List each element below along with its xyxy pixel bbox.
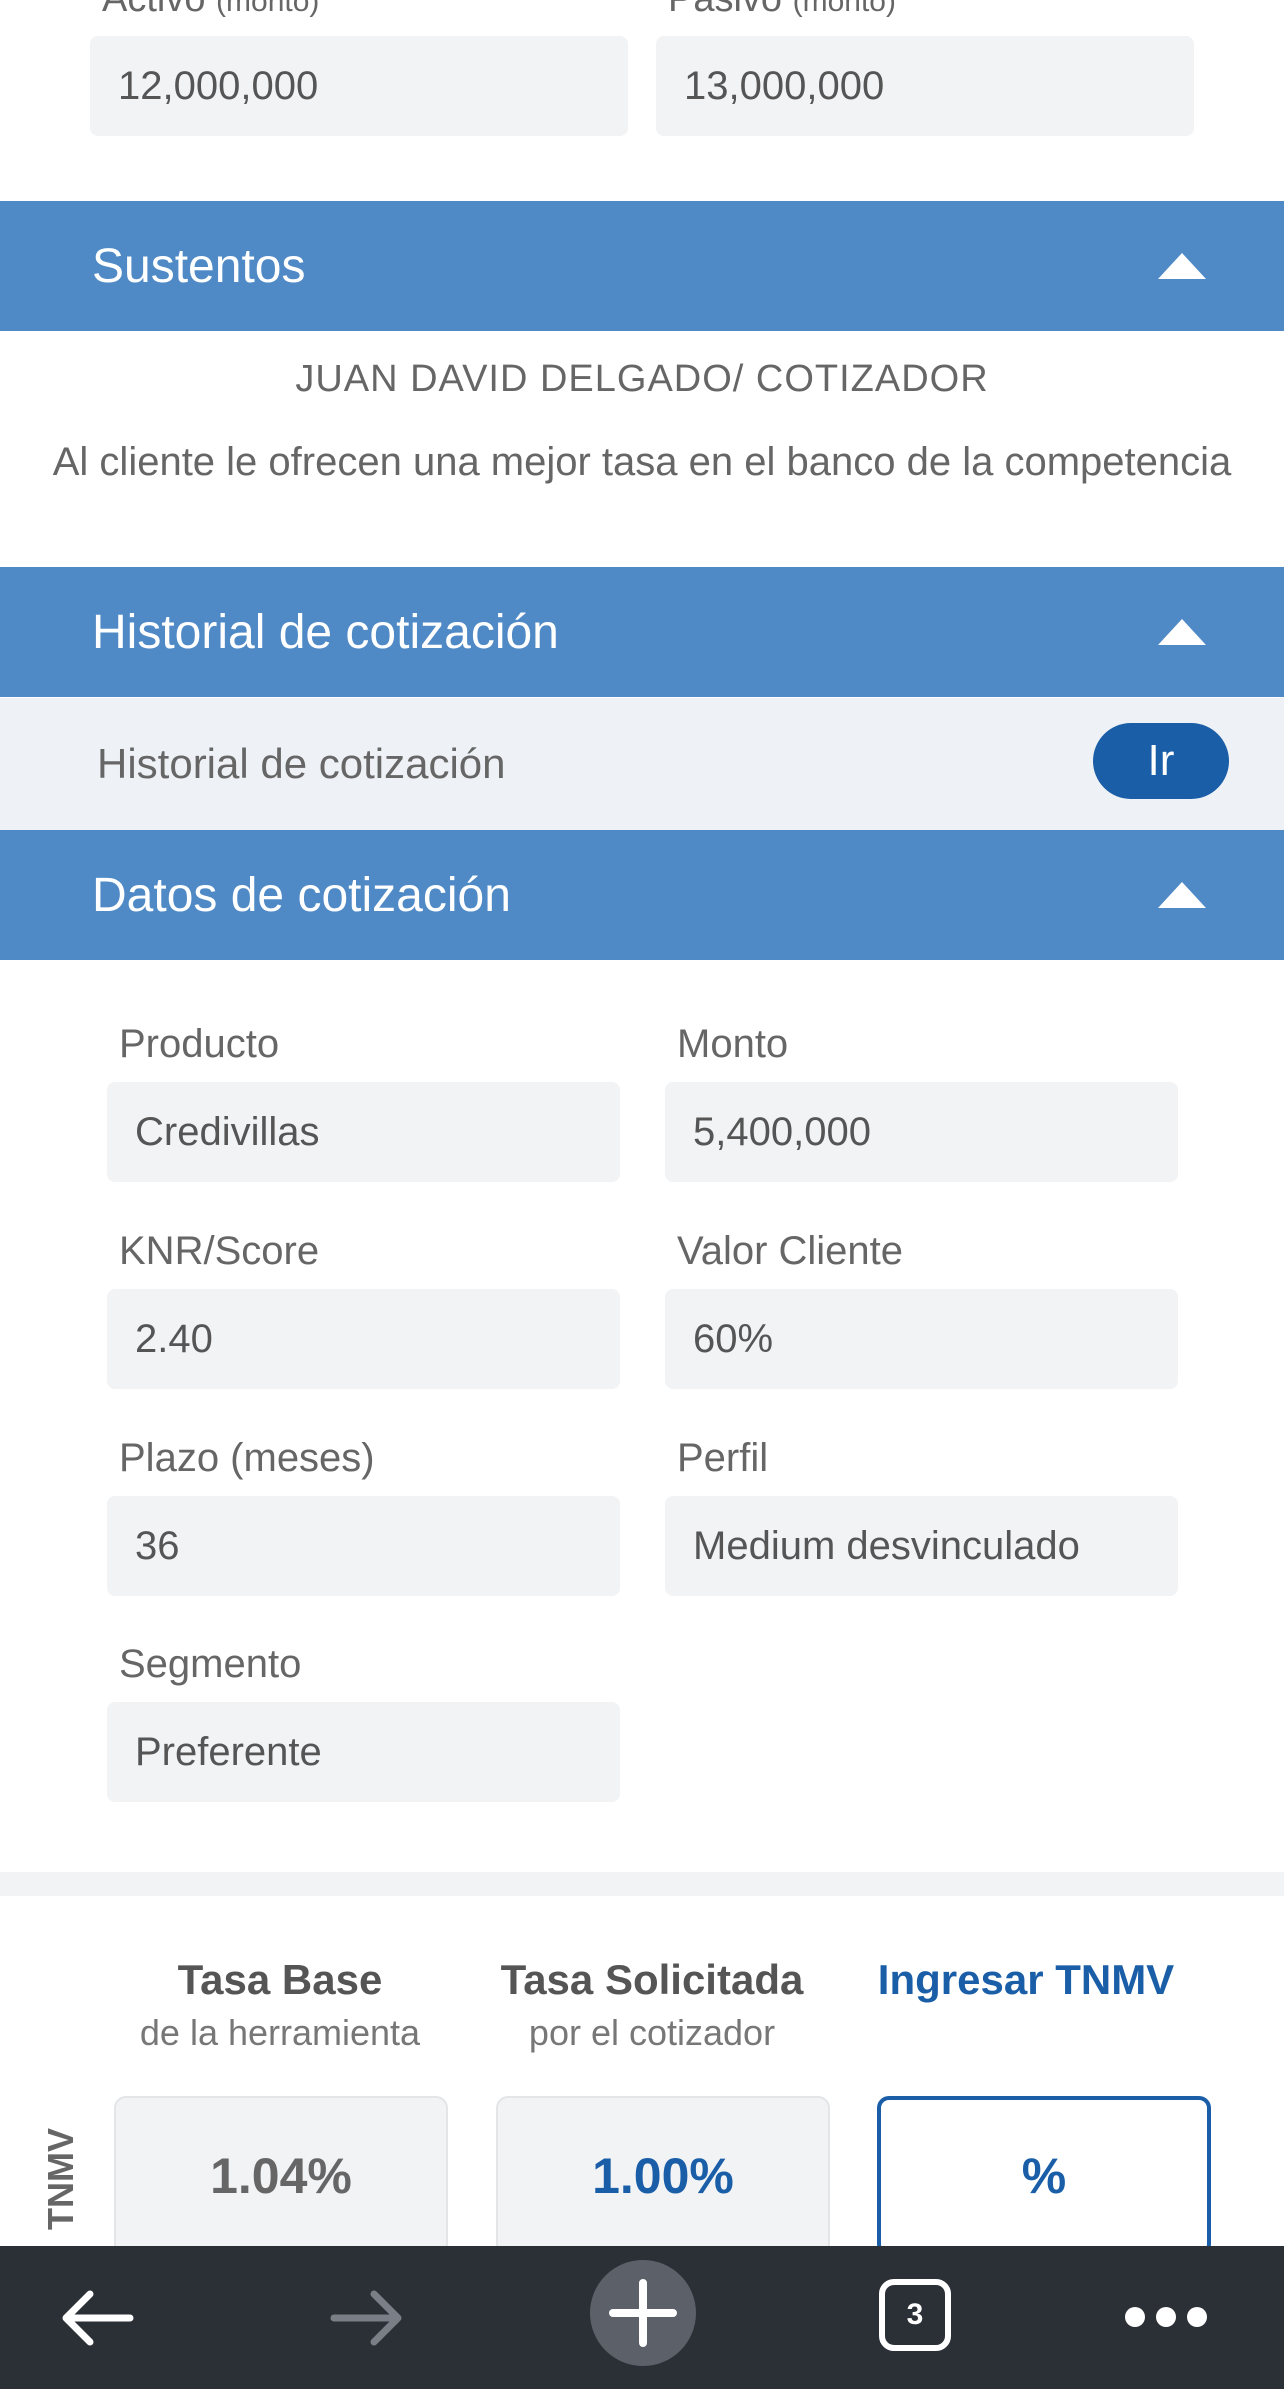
tasa-base-title: Tasa Base <box>177 1956 383 2003</box>
new-tab-plus-icon[interactable] <box>588 2258 698 2373</box>
collapse-caret-icon <box>1158 253 1206 279</box>
pasivo-label-sub: (monto) <box>792 0 896 18</box>
plazo-field[interactable]: 36 <box>107 1496 620 1596</box>
perfil-field[interactable]: Medium desvinculado <box>665 1496 1178 1596</box>
monto-field[interactable]: 5,400,000 <box>665 1082 1178 1182</box>
tabs-count-icon[interactable]: 3 <box>878 2278 952 2357</box>
segmento-field[interactable]: Preferente <box>107 1702 620 1802</box>
tasa-base-sub: de la herramienta <box>139 2012 421 2053</box>
collapse-caret-icon <box>1158 619 1206 645</box>
producto-field[interactable]: Credivillas <box>107 1082 620 1182</box>
pasivo-field[interactable]: 13,000,000 <box>656 36 1194 136</box>
ingresar-tnmv-title: Ingresar TNMV <box>877 1956 1175 2003</box>
monto-label: Monto <box>677 1022 789 1066</box>
section-divider <box>0 1872 1284 1896</box>
valor-cliente-field[interactable]: 60% <box>665 1289 1178 1389</box>
sustentos-section-header[interactable]: Sustentos <box>0 201 1284 331</box>
sustentos-title: Sustentos <box>92 239 306 293</box>
historial-row: Historial de cotización <box>0 698 1284 830</box>
pasivo-label: Pasivo (monto) <box>668 0 896 21</box>
historial-section-header[interactable]: Historial de cotización <box>0 567 1284 697</box>
activo-field[interactable]: 12,000,000 <box>90 36 628 136</box>
historial-row-label: Historial de cotización <box>97 740 506 787</box>
more-options-icon[interactable] <box>1124 2302 1208 2337</box>
valor-cliente-label: Valor Cliente <box>677 1229 904 1273</box>
datos-title: Datos de cotización <box>92 868 511 922</box>
sustento-text: Al cliente le ofrecen una mejor tasa en … <box>52 440 1232 484</box>
tabs-count: 3 <box>906 2298 924 2331</box>
datos-section-header[interactable]: Datos de cotización <box>0 830 1284 960</box>
tasa-base-value: 1.04% <box>114 2096 448 2256</box>
knr-field[interactable]: 2.40 <box>107 1289 620 1389</box>
historial-title: Historial de cotización <box>92 605 559 659</box>
ingresar-tnmv-input[interactable]: % <box>877 2096 1211 2256</box>
forward-arrow-icon[interactable] <box>330 2288 406 2353</box>
activo-label-text: Activo <box>102 0 205 20</box>
producto-label: Producto <box>119 1022 280 1066</box>
browser-toolbar: 3 <box>0 2246 1284 2389</box>
back-arrow-icon[interactable] <box>58 2288 134 2353</box>
segmento-label: Segmento <box>119 1642 302 1686</box>
tasa-solicitada-title: Tasa Solicitada <box>500 1956 804 2003</box>
knr-label: KNR/Score <box>119 1229 320 1273</box>
activo-label-sub: (monto) <box>216 0 320 18</box>
tasa-solicitada-sub: por el cotizador <box>528 2012 776 2053</box>
tasa-solicitada-value: 1.00% <box>496 2096 830 2256</box>
tnmv-row-label: TNMV <box>40 2128 81 2230</box>
sustento-author: JUAN DAVID DELGADO/ COTIZADOR <box>295 358 989 400</box>
collapse-caret-icon <box>1158 882 1206 908</box>
plazo-label: Plazo (meses) <box>119 1436 375 1480</box>
activo-label: Activo (monto) <box>102 0 319 21</box>
ir-button[interactable]: Ir <box>1093 723 1229 799</box>
perfil-label: Perfil <box>677 1436 769 1480</box>
pasivo-label-text: Pasivo <box>668 0 782 20</box>
